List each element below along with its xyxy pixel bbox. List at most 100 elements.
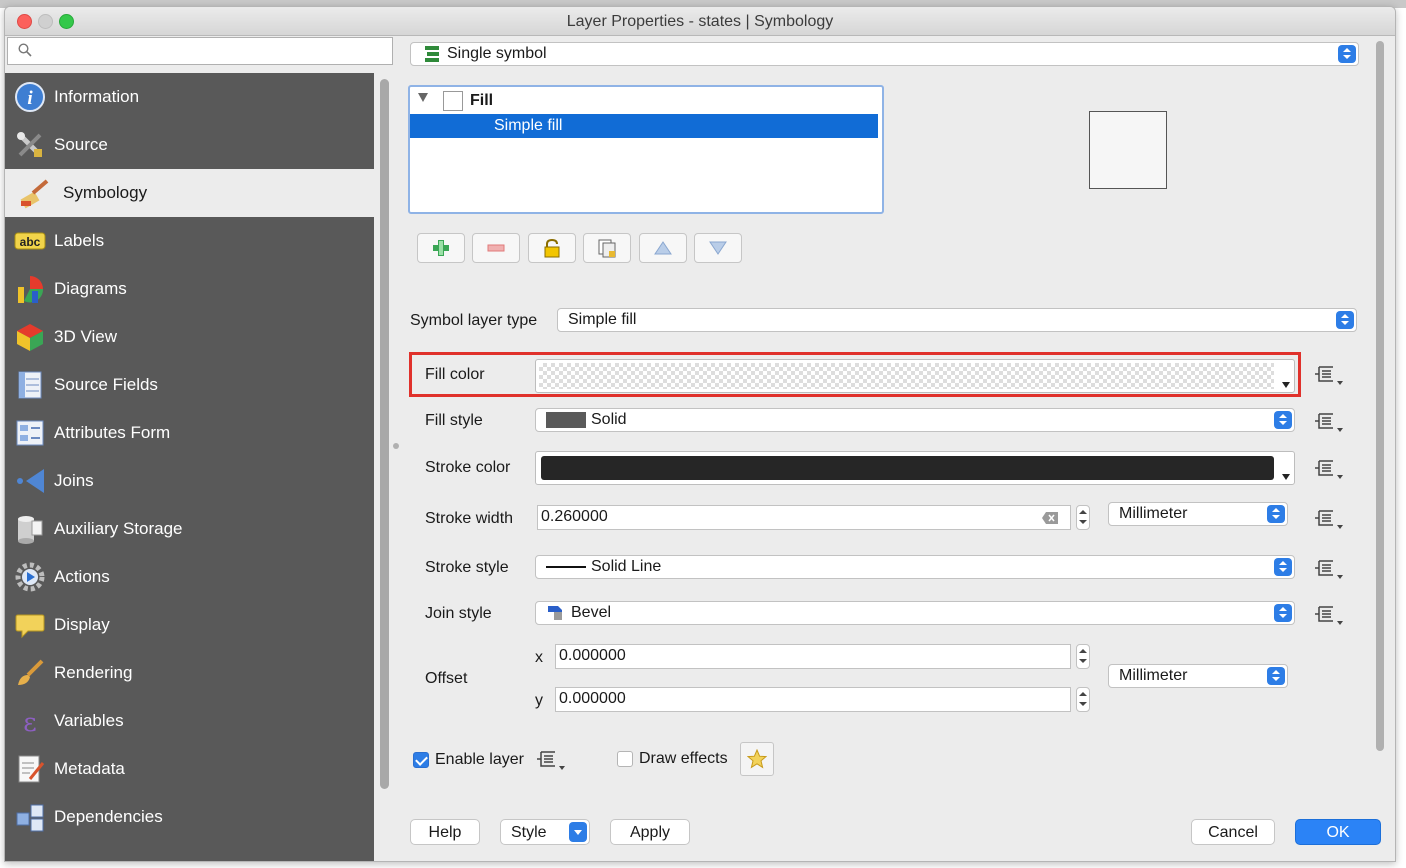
data-defined-override-icon[interactable]	[1313, 507, 1343, 531]
stroke-style-label: Stroke style	[425, 559, 509, 576]
duplicate-layer-button[interactable]	[583, 233, 631, 263]
window-title: Layer Properties - states | Symbology	[566, 13, 834, 30]
data-defined-override-icon[interactable]	[1313, 363, 1343, 387]
title-bar: Layer Properties - states | Symbology	[5, 7, 1395, 36]
style-menu-button[interactable]: Style	[500, 819, 590, 845]
metadata-icon	[18, 755, 45, 783]
sidebar-item-information[interactable]: i Information	[5, 73, 374, 121]
move-up-icon	[654, 241, 672, 255]
info-icon: i	[15, 82, 45, 112]
sidebar-item-diagrams[interactable]: Diagrams	[5, 265, 374, 313]
chevron-down-icon	[569, 822, 587, 842]
sidebar-item-symbology[interactable]: Symbology	[5, 169, 374, 217]
sidebar-item-metadata[interactable]: Metadata	[5, 745, 374, 793]
apply-button[interactable]: Apply	[610, 819, 690, 845]
stroke-width-spinner[interactable]	[1076, 505, 1090, 530]
sidebar-scrollbar-thumb[interactable]	[380, 79, 389, 789]
tree-row-simple-fill[interactable]: Simple fill	[410, 114, 878, 138]
draw-effects-settings-button[interactable]	[740, 742, 774, 776]
offset-unit-select[interactable]: Millimeter	[1108, 664, 1288, 688]
renderer-type-select[interactable]: Single symbol	[410, 42, 1359, 66]
fill-color-label: Fill color	[425, 366, 485, 383]
offset-x-input[interactable]: 0.000000	[555, 644, 1071, 669]
rendering-brush-icon	[18, 659, 44, 685]
sidebar-item-display[interactable]: Display	[5, 601, 374, 649]
sidebar-item-label: Labels	[54, 231, 105, 250]
symbol-layer-tree[interactable]: Fill Simple fill	[408, 85, 884, 214]
splitter-handle[interactable]	[393, 443, 399, 449]
select-updown-icon	[1267, 667, 1285, 685]
join-style-select[interactable]: Bevel	[535, 601, 1295, 625]
stroke-color-swatch	[541, 456, 1274, 480]
offset-label: Offset	[425, 670, 468, 687]
tree-row-fill[interactable]: Fill	[410, 89, 878, 113]
sidebar-item-source-fields[interactable]: Source Fields	[5, 361, 374, 409]
duplicate-icon	[598, 239, 616, 258]
enable-layer-label: Enable layer	[435, 751, 524, 768]
stroke-color-button[interactable]	[535, 451, 1295, 485]
source-fields-icon	[18, 371, 42, 399]
sidebar-item-auxiliary-storage[interactable]: Auxiliary Storage	[5, 505, 374, 553]
renderer-type-value: Single symbol	[447, 45, 547, 62]
data-defined-override-icon[interactable]	[1313, 603, 1343, 627]
data-defined-override-icon[interactable]	[1313, 457, 1343, 481]
symbol-layer-type-select[interactable]: Simple fill	[557, 308, 1357, 332]
stroke-color-label: Stroke color	[425, 459, 511, 476]
tree-root-label: Fill	[470, 92, 494, 109]
help-button[interactable]: Help	[410, 819, 480, 845]
tree-child-label: Simple fill	[494, 117, 563, 134]
search-icon	[18, 43, 32, 57]
labels-abc-icon: abc	[14, 232, 46, 250]
sidebar-item-3d-view[interactable]: 3D View	[5, 313, 374, 361]
sidebar-item-label: Attributes Form	[54, 423, 171, 442]
fill-style-select[interactable]: Solid	[535, 408, 1295, 432]
sidebar-item-attributes-form[interactable]: Attributes Form	[5, 409, 374, 457]
sidebar-item-label: Symbology	[63, 183, 148, 202]
select-updown-icon	[1274, 411, 1292, 429]
remove-symbol-layer-button[interactable]	[472, 233, 520, 263]
solid-line-swatch	[546, 566, 586, 568]
offset-y-input[interactable]: 0.000000	[555, 687, 1071, 712]
data-defined-override-icon[interactable]	[1313, 410, 1343, 434]
stroke-width-unit-select[interactable]: Millimeter	[1108, 502, 1288, 526]
cancel-button[interactable]: Cancel	[1191, 819, 1275, 845]
stroke-width-input[interactable]: 0.260000	[537, 505, 1071, 530]
sidebar-item-dependencies[interactable]: Dependencies	[5, 793, 374, 841]
draw-effects-label: Draw effects	[639, 750, 728, 767]
sidebar-item-label: Joins	[54, 471, 94, 490]
offset-y-spinner[interactable]	[1076, 687, 1090, 712]
offset-unit-value: Millimeter	[1119, 667, 1188, 684]
sidebar-item-rendering[interactable]: Rendering	[5, 649, 374, 697]
diagrams-icon	[18, 276, 44, 303]
expand-triangle-icon[interactable]	[418, 93, 428, 102]
sidebar-item-label: Rendering	[54, 663, 133, 682]
select-updown-icon	[1274, 604, 1292, 622]
fill-color-button[interactable]	[535, 359, 1295, 393]
data-defined-override-icon[interactable]	[535, 748, 565, 772]
sidebar-item-actions[interactable]: Actions	[5, 553, 374, 601]
sidebar-item-label: Dependencies	[54, 807, 163, 826]
sidebar-item-source[interactable]: Source	[5, 121, 374, 169]
offset-x-spinner[interactable]	[1076, 644, 1090, 669]
stroke-style-select[interactable]: Solid Line	[535, 555, 1295, 579]
sidebar-item-labels[interactable]: abc Labels	[5, 217, 374, 265]
move-layer-down-button[interactable]	[694, 233, 742, 263]
ok-button[interactable]: OK	[1295, 819, 1381, 845]
main-scrollbar-thumb[interactable]	[1376, 41, 1384, 751]
bevel-join-icon	[548, 606, 562, 620]
clear-field-icon[interactable]	[1042, 512, 1058, 524]
search-input[interactable]	[7, 37, 393, 65]
sidebar-item-variables[interactable]: ε Variables	[5, 697, 374, 745]
data-defined-override-icon[interactable]	[1313, 557, 1343, 581]
join-style-label: Join style	[425, 605, 492, 622]
svg-text:abc: abc	[20, 235, 41, 249]
enable-layer-checkbox[interactable]	[413, 752, 429, 768]
sidebar-item-label: 3D View	[54, 327, 117, 346]
draw-effects-checkbox[interactable]	[617, 751, 633, 767]
move-layer-up-button[interactable]	[639, 233, 687, 263]
sidebar-item-joins[interactable]: Joins	[5, 457, 374, 505]
join-style-value: Bevel	[571, 604, 612, 621]
add-symbol-layer-button[interactable]	[417, 233, 465, 263]
lock-layer-button[interactable]	[528, 233, 576, 263]
sidebar-item-label: Information	[54, 87, 140, 106]
